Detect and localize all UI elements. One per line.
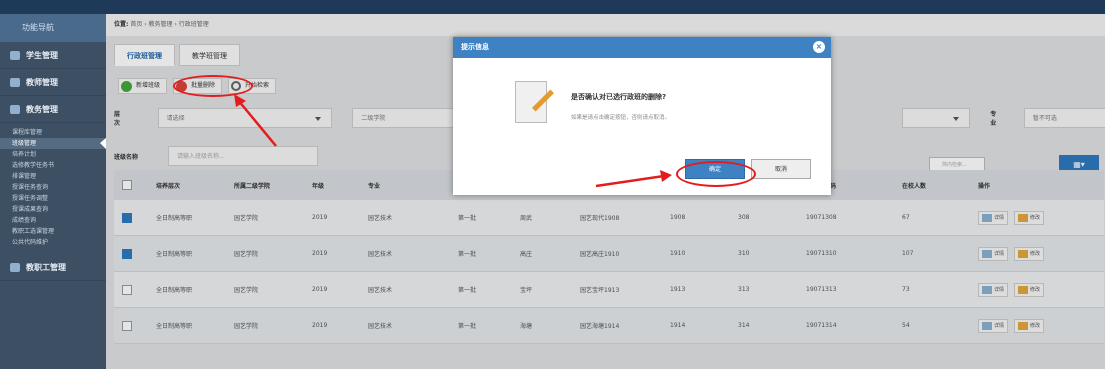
academic-icon bbox=[10, 104, 20, 114]
sidebar-item-teaching-task[interactable]: 选修教学任务书 bbox=[0, 160, 106, 171]
dialog-header: 提示信息 × bbox=[453, 37, 831, 58]
sidebar-group-label: 教务管理 bbox=[26, 104, 58, 114]
annotation-circle-confirm bbox=[676, 161, 756, 187]
sidebar-item-training-plan[interactable]: 培养计划 bbox=[0, 149, 106, 160]
staff-icon bbox=[10, 262, 20, 272]
sidebar-item-class-management[interactable]: 班级管理 bbox=[0, 138, 106, 149]
confirm-dialog: 提示信息 × 是否确认对已选行政班的删除? 如果是请点击确定按钮，否则请点取消。… bbox=[453, 37, 831, 195]
sidebar-item-scheduling[interactable]: 排课管理 bbox=[0, 171, 106, 182]
sidebar-title: 功能导航 bbox=[0, 14, 106, 42]
sidebar-item-task-adjust[interactable]: 授课任务调整 bbox=[0, 193, 106, 204]
sidebar-item-task-query[interactable]: 授课任务查询 bbox=[0, 182, 106, 193]
sidebar: 功能导航 学生管理 教师管理 教务管理 课程库管理 班级管理 培养计划 选修教学… bbox=[0, 14, 106, 369]
teachers-icon bbox=[10, 77, 20, 87]
annotation-circle-delete bbox=[173, 75, 253, 97]
sidebar-item-grade-query[interactable]: 成绩查询 bbox=[0, 215, 106, 226]
sidebar-group-academic[interactable]: 教务管理 bbox=[0, 96, 106, 123]
dialog-question: 是否确认对已选行政班的删除? bbox=[571, 93, 667, 101]
sidebar-item-results-query[interactable]: 授课成果查询 bbox=[0, 204, 106, 215]
document-pencil-icon bbox=[515, 81, 547, 123]
dialog-hint: 如果是请点击确定按钮，否则请点取消。 bbox=[571, 115, 671, 121]
top-bar bbox=[0, 0, 1105, 14]
sidebar-group-teachers[interactable]: 教师管理 bbox=[0, 69, 106, 96]
close-icon[interactable]: × bbox=[813, 41, 825, 53]
sidebar-group-label: 教职工管理 bbox=[26, 262, 66, 272]
sidebar-item-staff-course[interactable]: 教职工选课管理 bbox=[0, 226, 106, 237]
sidebar-item-course-library[interactable]: 课程库管理 bbox=[0, 127, 106, 138]
sidebar-group-label: 教师管理 bbox=[26, 77, 58, 87]
dialog-title: 提示信息 bbox=[461, 43, 489, 51]
students-icon bbox=[10, 50, 20, 60]
sidebar-item-code-maintenance[interactable]: 公共代码维护 bbox=[0, 237, 106, 248]
sidebar-group-label: 学生管理 bbox=[26, 50, 58, 60]
sidebar-group-staff[interactable]: 教职工管理 bbox=[0, 254, 106, 281]
sidebar-group-students[interactable]: 学生管理 bbox=[0, 42, 106, 69]
cancel-button[interactable]: 取消 bbox=[751, 159, 811, 179]
